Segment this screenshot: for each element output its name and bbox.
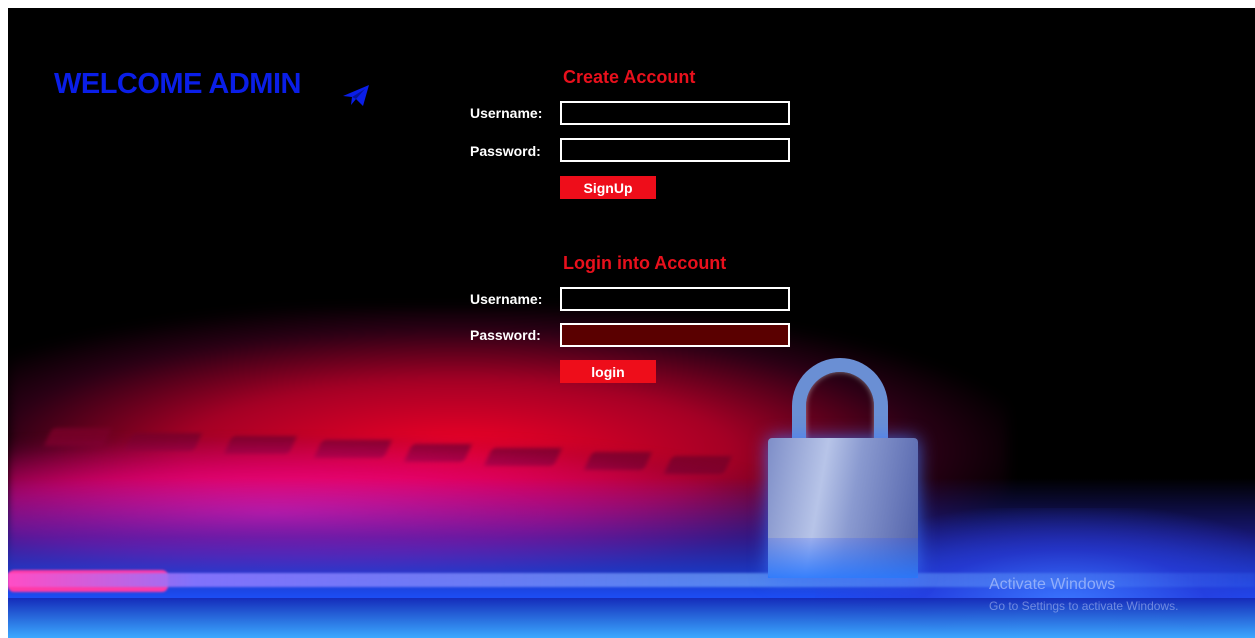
login-button[interactable]: login	[560, 360, 656, 383]
login-username-label: Username:	[470, 291, 543, 307]
app-window: WELCOME ADMIN Create Account Username: P…	[8, 8, 1255, 638]
signup-password-input[interactable]	[560, 138, 790, 162]
signup-password-label: Password:	[470, 143, 541, 159]
signup-username-label: Username:	[470, 105, 543, 121]
activation-watermark-title: Activate Windows	[989, 576, 1116, 593]
signup-button[interactable]: SignUp	[560, 176, 656, 199]
login-form-title: Login into Account	[563, 253, 727, 273]
signup-form-title: Create Account	[563, 67, 696, 87]
login-password-input[interactable]	[560, 323, 790, 347]
padlock-icon	[768, 438, 918, 578]
page-title: WELCOME ADMIN	[54, 68, 301, 100]
login-password-label: Password:	[470, 327, 541, 343]
login-username-input[interactable]	[560, 287, 790, 311]
paper-plane-icon	[343, 85, 369, 106]
activation-watermark-subtitle: Go to Settings to activate Windows.	[989, 599, 1179, 613]
signup-username-input[interactable]	[560, 101, 790, 125]
